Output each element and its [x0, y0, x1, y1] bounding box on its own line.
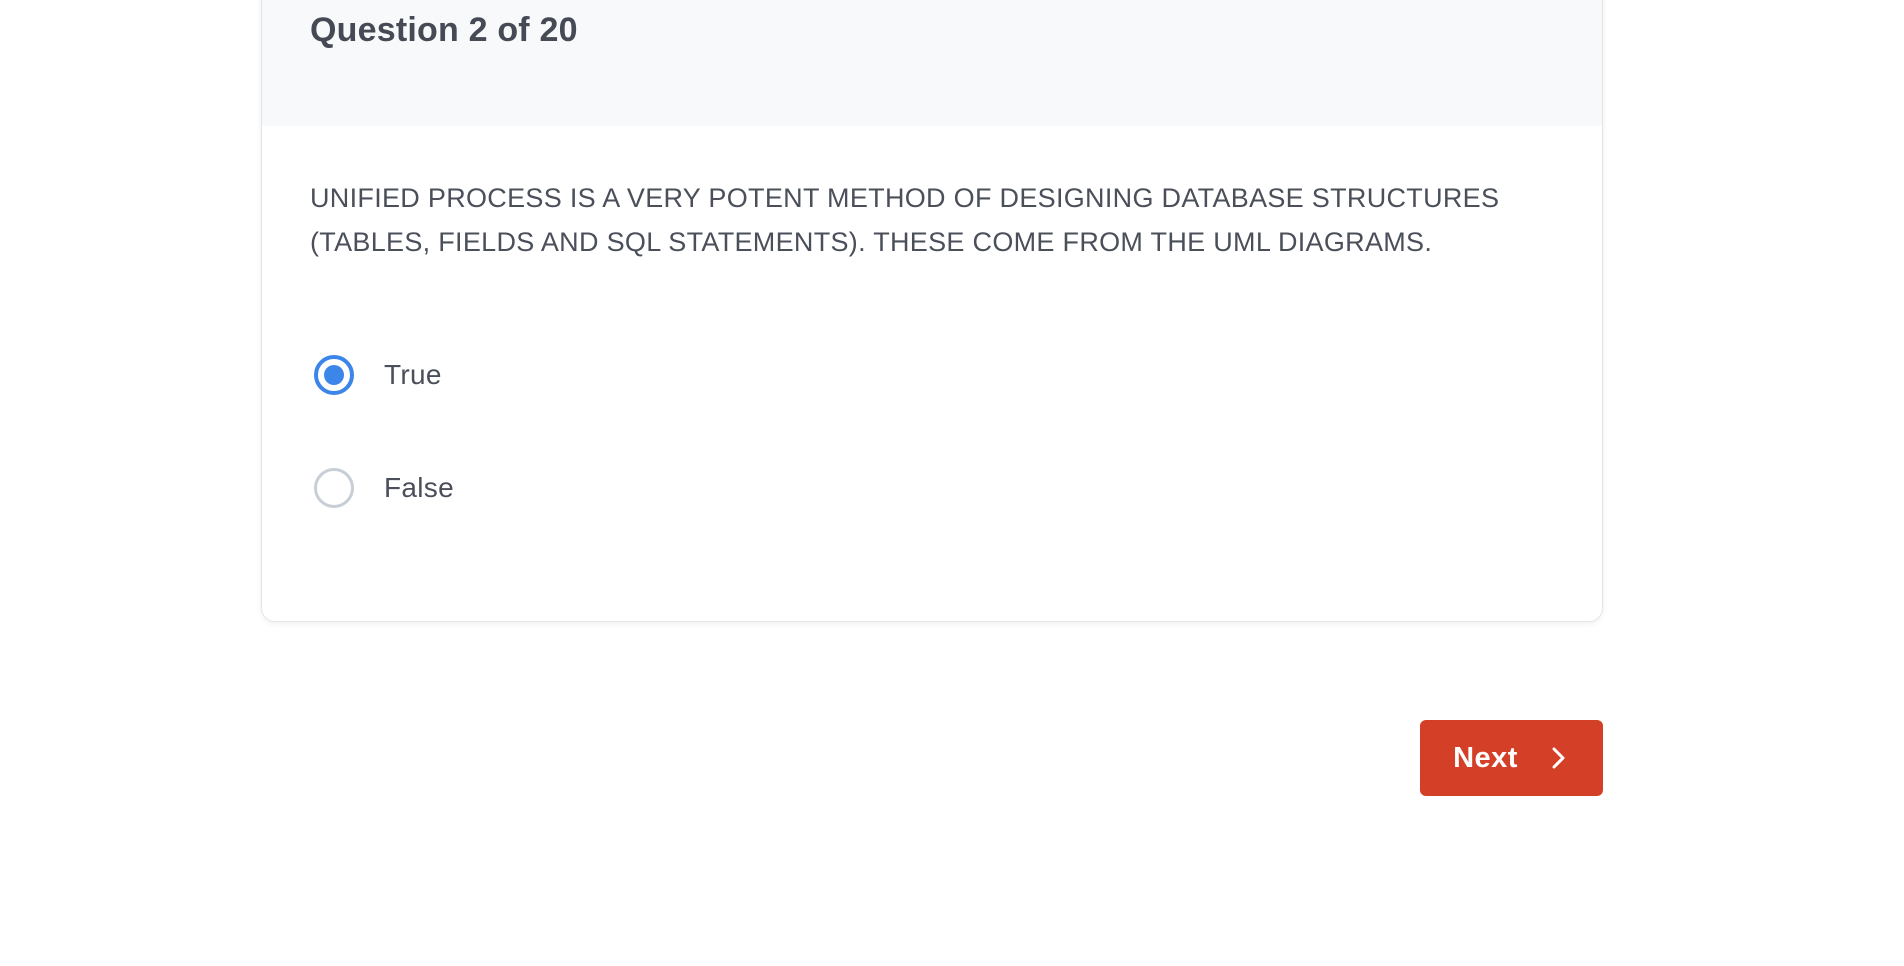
radio-button-true[interactable] [314, 355, 354, 395]
chevron-right-icon [1548, 745, 1570, 771]
question-text: UNIFIED PROCESS IS A VERY POTENT METHOD … [310, 183, 1500, 257]
question-counter: Question 2 of 20 [310, 11, 578, 49]
radio-selected-dot [324, 365, 344, 385]
next-button[interactable]: Next [1420, 720, 1603, 796]
question-card: Question 2 of 20 UNIFIED PROCESS IS A VE… [261, 0, 1603, 622]
answer-option-false[interactable]: False [310, 468, 454, 508]
radio-button-false[interactable] [314, 468, 354, 508]
answer-label-false: False [384, 472, 454, 503]
answer-label-true: True [384, 359, 442, 390]
quiz-page: Question 2 of 20 UNIFIED PROCESS IS A VE… [0, 0, 1904, 966]
question-header: Question 2 of 20 [262, 0, 1602, 126]
answer-option-true[interactable]: True [310, 355, 442, 395]
next-button-label: Next [1453, 741, 1518, 774]
